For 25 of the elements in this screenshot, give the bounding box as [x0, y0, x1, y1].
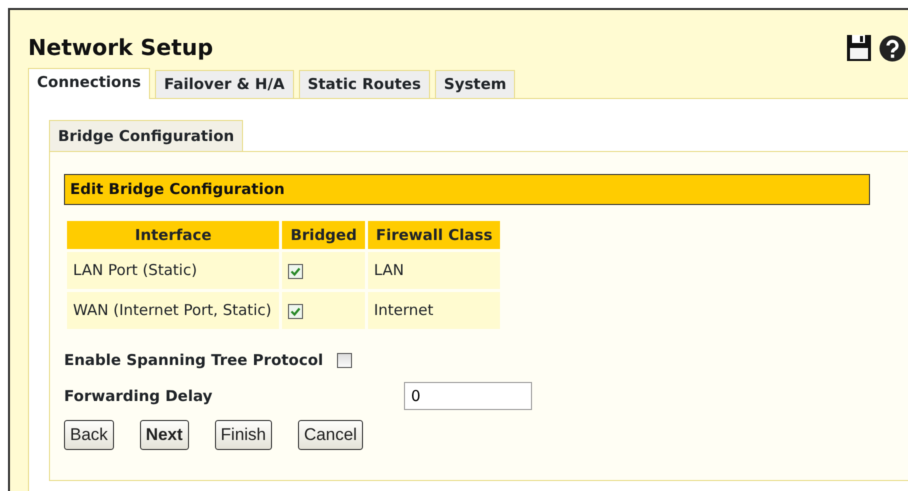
- table-cell: LAN Port (Static): [67, 252, 280, 289]
- checkbox[interactable]: [288, 264, 304, 279]
- table-cell: LAN: [368, 252, 500, 289]
- form-button[interactable]: Back: [64, 420, 114, 450]
- column-header: Interface: [67, 220, 280, 249]
- forwarding-delay-field[interactable]: 0: [404, 382, 532, 410]
- form-button[interactable]: Cancel: [298, 420, 363, 450]
- window-title: Network Setup: [28, 34, 214, 62]
- tab[interactable]: Failover & H/A: [154, 70, 294, 98]
- column-header: Bridged: [282, 220, 365, 249]
- subtab[interactable]: Bridge Configuration: [49, 120, 244, 151]
- tab[interactable]: Connections: [28, 68, 150, 99]
- spanning-tree-label: Enable Spanning Tree Protocol: [64, 350, 324, 371]
- forwarding-delay-label: Forwarding Delay: [64, 386, 214, 407]
- checkbox[interactable]: [288, 304, 304, 319]
- checkbox[interactable]: [337, 353, 352, 368]
- help-icon[interactable]: [879, 34, 906, 62]
- next-button[interactable]: Next: [140, 420, 189, 450]
- section-header: Edit Bridge Configuration: [64, 174, 870, 204]
- tab[interactable]: System: [434, 70, 516, 98]
- tab[interactable]: Static Routes: [298, 70, 430, 98]
- table-cell: Internet: [368, 292, 500, 329]
- column-header: Firewall Class: [368, 220, 500, 249]
- table-cell: WAN (Internet Port, Static): [67, 292, 280, 329]
- form-button[interactable]: Finish: [214, 420, 272, 450]
